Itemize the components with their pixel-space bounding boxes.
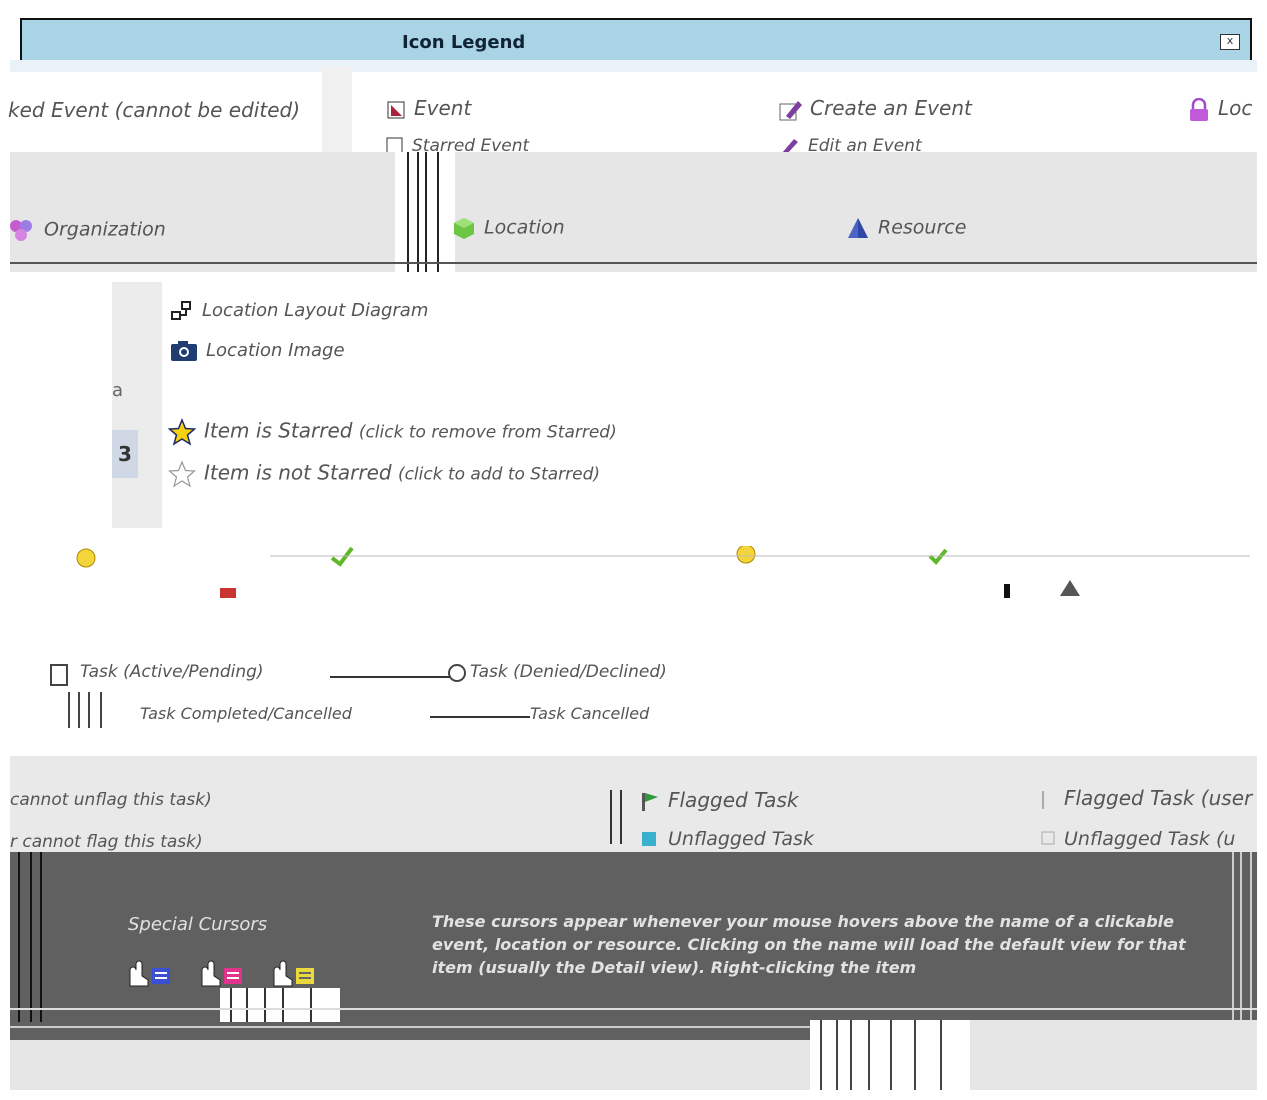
legend-resource: Resource	[846, 216, 966, 240]
cursor-bars	[220, 988, 340, 1022]
legend-task-denied-label: Task (Denied/Declined)	[470, 662, 667, 682]
special-cursors-title: Special Cursors	[128, 914, 268, 935]
legend-flagged-task: Flagged Task	[640, 788, 798, 813]
task-active-icon	[50, 664, 68, 686]
window-title: Icon Legend	[402, 32, 526, 53]
star-filled-icon[interactable]	[168, 418, 196, 446]
legend-layout-diagram: Location Layout Diagram	[170, 300, 428, 322]
legend-locked-event-label: ked Event (cannot be edited)	[8, 98, 300, 122]
legend-unflagged-task: Unflagged Task	[640, 828, 814, 850]
legend-layout-diagram-label: Location Layout Diagram	[202, 300, 429, 321]
legend-item-starred[interactable]: Item is Starred (click to remove from St…	[168, 418, 617, 446]
footer-bars	[810, 1020, 970, 1090]
object-icons-panel	[10, 152, 1257, 272]
lock-icon	[1188, 97, 1210, 122]
resource-pyramid-icon	[846, 216, 870, 240]
legend-locked-event: ked Event (cannot be edited)	[8, 98, 300, 122]
column-divider	[322, 66, 352, 152]
gutter-number: 3	[112, 430, 138, 478]
legend-task-cancelled-label: Task Cancelled	[530, 704, 650, 723]
legend-event: Event	[386, 96, 471, 120]
legend-organization: Organization	[8, 218, 166, 242]
task-legend-block: Task (Active/Pending) Task (Denied/Decli…	[30, 656, 1230, 740]
legend-location-image-label: Location Image	[206, 340, 345, 361]
legend-create-event: Create an Event	[778, 96, 972, 122]
legend-event-label: Event	[414, 96, 472, 120]
cursor-hand-yellow-icon	[266, 956, 320, 992]
title-divider	[10, 60, 1257, 72]
camera-icon	[170, 340, 198, 362]
unflag-outline-icon	[1040, 830, 1056, 850]
legend-locked-label: Loc	[1218, 96, 1253, 120]
legend-item-starred-label: Item is Starred	[204, 418, 353, 443]
flag-outline-icon	[1040, 789, 1056, 811]
legend-item-starred-hint: (click to remove from Starred)	[358, 422, 617, 443]
status-icons-row	[70, 546, 1250, 606]
legend-organization-label: Organization	[44, 218, 166, 241]
gutter-letter-a: a	[112, 380, 124, 401]
legend-location: Location	[452, 216, 565, 240]
legend-cannot-flag-label: r cannot flag this task)	[10, 832, 203, 852]
legend-cannot-unflag-label: cannot unflag this task)	[10, 790, 212, 810]
legend-task-completed-label: Task Completed/Cancelled	[140, 704, 352, 723]
legend-create-event-label: Create an Event	[810, 96, 972, 120]
legend-title-bar: Icon Legend x	[20, 18, 1252, 66]
legend-unflagged-task-user-label: Unflagged Task (u	[1064, 828, 1236, 850]
cursor-hand-blue-icon	[122, 956, 176, 992]
legend-flagged-task-user: Flagged Task (user	[1040, 786, 1252, 811]
location-cube-icon	[452, 216, 476, 240]
legend-flagged-task-label: Flagged Task	[668, 788, 799, 812]
legend-location-label: Location	[484, 216, 565, 239]
organization-icon	[8, 218, 36, 242]
close-icon[interactable]: x	[1220, 34, 1240, 50]
panel-column-gap	[395, 152, 455, 272]
legend-unflagged-task-user: Unflagged Task (u	[1040, 828, 1235, 850]
legend-item-not-starred[interactable]: Item is not Starred (click to add to Sta…	[168, 460, 600, 488]
task-denied-icon	[448, 664, 466, 682]
cursor-hand-pink-icon	[194, 956, 248, 992]
unflagged-task-icon	[640, 830, 660, 850]
event-icon	[386, 100, 406, 120]
flagged-task-icon	[640, 791, 660, 813]
flag-divider-bars	[610, 790, 632, 844]
legend-resource-label: Resource	[878, 216, 967, 239]
star-empty-icon[interactable]	[168, 460, 196, 488]
legend-flagged-task-user-label: Flagged Task (user	[1064, 786, 1253, 810]
legend-locked: Loc	[1188, 96, 1252, 122]
special-cursors-description: These cursors appear whenever your mouse…	[432, 912, 1186, 977]
footer-right	[970, 1020, 1257, 1090]
legend-task-active-label: Task (Active/Pending)	[80, 662, 264, 682]
legend-item-not-starred-hint: (click to add to Starred)	[397, 464, 601, 485]
pencil-icon	[778, 98, 802, 122]
legend-location-image: Location Image	[170, 340, 345, 362]
layout-diagram-icon	[170, 300, 194, 322]
legend-item-not-starred-label: Item is not Starred	[204, 460, 392, 485]
legend-unflagged-task-label: Unflagged Task	[668, 828, 814, 850]
special-cursors-panel: Special Cursors These cursors appear whe…	[10, 852, 1257, 1090]
footer-strip	[10, 1040, 810, 1090]
